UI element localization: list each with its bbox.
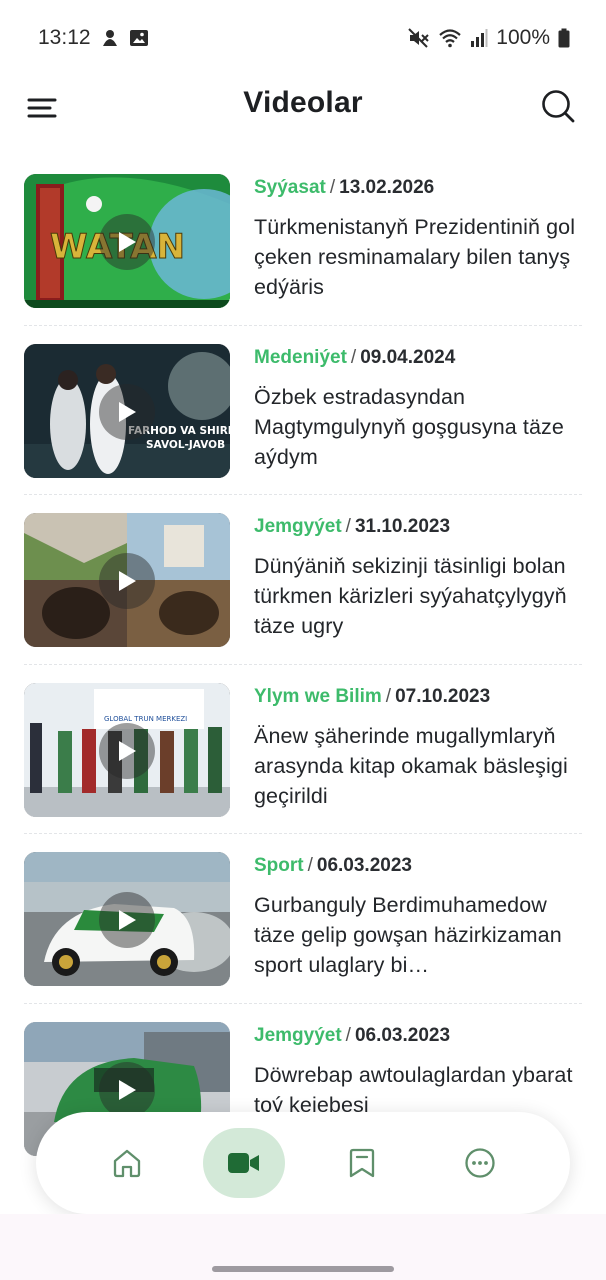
- battery-icon: [558, 28, 570, 48]
- video-list-item[interactable]: Sport/06.03.2023 Gurbanguly Berdimuhamed…: [24, 852, 582, 1022]
- search-icon[interactable]: [540, 88, 576, 124]
- status-bar: 13:12 100%: [0, 0, 606, 76]
- video-category[interactable]: Jemgyýet: [254, 1025, 342, 1046]
- video-title[interactable]: Türkmenistanyň Prezidentiniň gol çeken r…: [254, 212, 584, 302]
- video-date: 09.04.2024: [360, 346, 456, 368]
- video-list-item[interactable]: FARHOD VA SHIRIN SAVOL-JAVOB Medeniýet/0…: [24, 343, 584, 514]
- video-date: 13.02.2026: [339, 177, 435, 198]
- play-icon[interactable]: [99, 214, 155, 270]
- meta-separator: /: [350, 346, 357, 368]
- play-icon[interactable]: [99, 1061, 155, 1118]
- divider: [24, 663, 582, 665]
- video-list-item[interactable]: Jemgyýet/31.10.2023 Dünýäniň sekizinji t…: [24, 513, 582, 683]
- video-title[interactable]: Döwrebap awtoulaglardan ybarat toý kejeb…: [254, 1060, 584, 1120]
- play-icon[interactable]: [99, 892, 155, 948]
- meta-separator: /: [385, 685, 392, 707]
- meta-separator: /: [345, 1024, 351, 1046]
- play-icon[interactable]: [99, 553, 155, 609]
- video-meta: Jemgyýet/31.10.2023 Dünýäniň sekizinji t…: [254, 515, 584, 641]
- video-date: 06.03.2023: [354, 1024, 451, 1046]
- mute-icon: [408, 28, 430, 48]
- video-title[interactable]: Dünýäniň sekizinji täsinligi bolan türkm…: [254, 551, 584, 641]
- signal-icon: [470, 28, 488, 48]
- video-meta: Sport/06.03.2023 Gurbanguly Berdimuhamed…: [254, 854, 584, 980]
- video-list-item[interactable]: GLOBAL TRUN MERKEZI Ylym we Bilim/07.10.…: [24, 682, 584, 853]
- video-title[interactable]: Özbek estradasyndan Magtymgulynyň goşgus…: [254, 382, 584, 472]
- nav-videos[interactable]: [203, 1128, 285, 1198]
- home-indicator[interactable]: [212, 1266, 394, 1272]
- video-category[interactable]: Syýasat: [254, 177, 326, 198]
- video-title[interactable]: Gurbanguly Berdimuhamedow täze gelip gow…: [254, 890, 584, 980]
- video-thumbnail[interactable]: GLOBAL TRUN MERKEZI: [24, 682, 230, 817]
- video-meta: Jemgyýet/06.03.2023 Döwrebap awtoulaglar…: [254, 1024, 584, 1120]
- divider: [24, 833, 582, 834]
- nav-more[interactable]: [439, 1128, 521, 1198]
- video-date: 31.10.2023: [354, 516, 451, 537]
- divider: [24, 1002, 582, 1004]
- play-icon[interactable]: [99, 383, 155, 440]
- divider: [24, 494, 582, 495]
- meta-separator: /: [307, 855, 313, 876]
- video-category[interactable]: Ylym we Bilim: [254, 686, 382, 707]
- video-date: 07.10.2023: [395, 685, 491, 707]
- svg-text:SAVOL-JAVOB: SAVOL-JAVOB: [146, 439, 225, 451]
- divider: [24, 324, 582, 326]
- video-category[interactable]: Medeniýet: [254, 347, 347, 368]
- nav-bookmarks[interactable]: [321, 1128, 403, 1198]
- meta-separator: /: [345, 516, 351, 537]
- video-thumbnail[interactable]: FARHOD VA SHIRIN SAVOL-JAVOB: [24, 343, 230, 478]
- video-thumbnail[interactable]: [24, 513, 230, 647]
- video-category[interactable]: Sport: [254, 855, 304, 876]
- svg-text:GLOBAL TRUN MERKEZI: GLOBAL TRUN MERKEZI: [104, 715, 187, 723]
- status-time: 13:12: [38, 26, 91, 49]
- bookmark-icon: [349, 1148, 375, 1178]
- app-header: Videolar: [0, 76, 606, 138]
- video-date: 06.03.2023: [316, 855, 412, 876]
- wifi-icon: [438, 28, 462, 48]
- video-thumbnail[interactable]: [24, 852, 230, 986]
- page-title: Videolar: [243, 86, 363, 119]
- nav-home[interactable]: [86, 1128, 168, 1198]
- video-category[interactable]: Jemgyýet: [254, 516, 342, 537]
- meta-separator: /: [329, 177, 336, 198]
- video-meta: Syýasat/13.02.2026 Türkmenistanyň Prezid…: [254, 176, 584, 302]
- video-camera-icon: [228, 1153, 259, 1173]
- play-icon[interactable]: [99, 722, 155, 779]
- battery-text: 100%: [496, 26, 550, 49]
- video-thumbnail[interactable]: WATAN: [24, 174, 230, 308]
- video-meta: Medeniýet/09.04.2024 Özbek estradasyndan…: [254, 346, 584, 472]
- video-list-item[interactable]: WATAN Syýasat/13.02.2026 Türkmenistanyň …: [24, 174, 582, 344]
- video-title[interactable]: Änew şäherinde mugallymlaryň arasynda ki…: [254, 721, 584, 811]
- notification-icon: [101, 28, 119, 48]
- video-meta: Ylym we Bilim/07.10.2023 Änew şäherinde …: [254, 685, 584, 811]
- gallery-icon: [129, 28, 149, 48]
- more-icon: [465, 1148, 495, 1178]
- bottom-navigation: [36, 1112, 570, 1214]
- home-icon: [113, 1149, 141, 1178]
- video-list: WATAN Syýasat/13.02.2026 Türkmenistanyň …: [24, 174, 582, 1191]
